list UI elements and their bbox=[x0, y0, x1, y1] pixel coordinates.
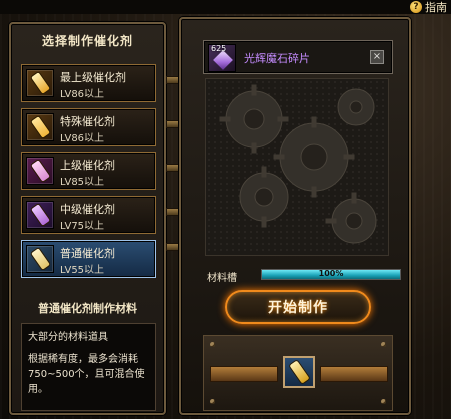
materials-subtitle: 普通催化剂制作材料 bbox=[38, 302, 137, 315]
machine-pipe bbox=[320, 366, 388, 382]
connector bbox=[166, 76, 180, 84]
catalyst-item-normal[interactable]: 普通催化剂 LV55以上 bbox=[21, 240, 156, 278]
material-name: 光辉魔石碎片 bbox=[244, 52, 310, 65]
description-line: 大部分的材料道具 bbox=[28, 332, 108, 343]
description-box: 大部分的材料道具 根据稀有度，最多会消耗750~500个，且可混合使用。 bbox=[21, 323, 156, 411]
connector bbox=[166, 120, 180, 128]
catalyst-item-best[interactable]: 最上级催化剂 LV86以上 bbox=[21, 64, 156, 102]
panel-title: 选择制作催化剂 bbox=[41, 34, 133, 48]
catalyst-bottle-icon bbox=[26, 157, 54, 185]
catalyst-level: LV55以上 bbox=[60, 265, 105, 276]
connector bbox=[166, 164, 180, 172]
machine-pipe bbox=[210, 366, 278, 382]
rivet bbox=[210, 342, 215, 347]
crystal-shard-icon: 625 bbox=[208, 44, 236, 72]
bottle-shape bbox=[30, 72, 50, 94]
gears-illustration bbox=[206, 79, 388, 255]
catalyst-bottle-icon bbox=[289, 360, 309, 384]
material-gauge-value: 100% bbox=[318, 269, 344, 278]
top-bar bbox=[0, 0, 451, 14]
rivet bbox=[381, 399, 386, 404]
description-line: 根据稀有度，最多会消耗750~500个，且可混合使用。 bbox=[28, 354, 145, 395]
catalyst-level: LV75以上 bbox=[60, 221, 105, 232]
catalyst-level: LV86以上 bbox=[60, 89, 105, 100]
catalyst-name: 上级催化剂 bbox=[60, 159, 115, 172]
catalyst-level: LV85以上 bbox=[60, 177, 105, 188]
connector bbox=[166, 208, 180, 216]
crafting-machine bbox=[203, 335, 393, 411]
start-crafting-button[interactable]: 开始制作 bbox=[225, 290, 371, 324]
material-slot[interactable]: 625 光辉魔石碎片 × bbox=[203, 40, 393, 74]
close-icon[interactable]: × bbox=[370, 50, 384, 64]
catalyst-bottle-icon bbox=[26, 201, 54, 229]
catalyst-name: 特殊催化剂 bbox=[60, 115, 115, 128]
catalyst-list: 最上级催化剂 LV86以上 特殊催化剂 LV86以上 上级催化剂 LV85以上 … bbox=[21, 64, 156, 284]
material-gauge: 100% bbox=[261, 269, 401, 280]
catalyst-item-middle[interactable]: 中级催化剂 LV75以上 bbox=[21, 196, 156, 234]
bottle-shape bbox=[30, 248, 50, 270]
catalyst-name: 中级催化剂 bbox=[60, 203, 115, 216]
crafting-panel: 625 光辉魔石碎片 × 材料槽 100% 开始制作 bbox=[179, 17, 411, 415]
catalyst-level: LV86以上 bbox=[60, 133, 105, 144]
catalyst-bottle-icon bbox=[26, 113, 54, 141]
material-count: 625 bbox=[211, 44, 227, 53]
connector bbox=[166, 243, 180, 251]
guide-label: 指南 bbox=[425, 1, 447, 14]
catalyst-item-upper[interactable]: 上级催化剂 LV85以上 bbox=[21, 152, 156, 190]
output-slot[interactable] bbox=[283, 356, 315, 388]
material-gauge-label: 材料槽 bbox=[207, 273, 237, 284]
catalyst-select-panel: 选择制作催化剂 最上级催化剂 LV86以上 特殊催化剂 LV86以上 上级催化剂… bbox=[9, 22, 166, 415]
catalyst-bottle-icon bbox=[26, 245, 54, 273]
bottle-shape bbox=[30, 160, 50, 182]
gear-display bbox=[205, 78, 389, 256]
catalyst-item-special[interactable]: 特殊催化剂 LV86以上 bbox=[21, 108, 156, 146]
crystal-shape bbox=[213, 50, 233, 70]
catalyst-name: 普通催化剂 bbox=[60, 247, 115, 260]
catalyst-bottle-icon bbox=[26, 69, 54, 97]
guide-link[interactable]: ? 指南 bbox=[410, 0, 447, 14]
rivet bbox=[210, 399, 215, 404]
question-mark-icon: ? bbox=[410, 1, 422, 13]
bottle-shape bbox=[30, 116, 50, 138]
rivet bbox=[381, 342, 386, 347]
catalyst-name: 最上级催化剂 bbox=[60, 71, 126, 84]
bottle-shape bbox=[30, 204, 50, 226]
